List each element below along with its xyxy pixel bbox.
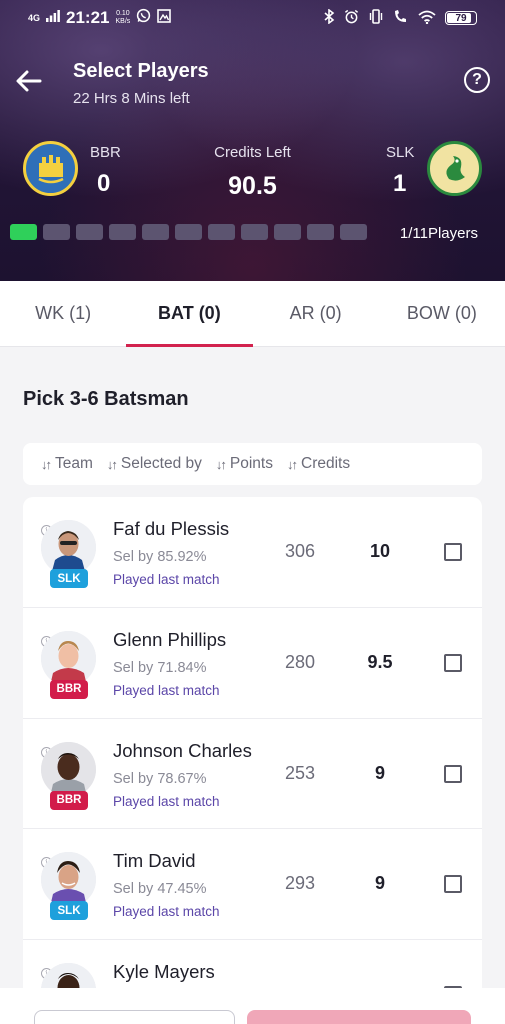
player-avatar [41,630,96,686]
progress-segment [208,224,235,240]
preview-button[interactable] [34,1010,235,1024]
player-avatar [41,852,96,908]
bottom-action-bar [0,988,505,1024]
team-count-right: 1 [393,170,407,197]
player-name: Faf du Plessis [113,518,230,539]
selected-by: Sel by 71.84% [113,659,207,676]
progress-segment [10,224,37,240]
player-points: 280 [284,651,316,672]
team-badge: SLK [50,569,88,588]
gallery-icon [157,8,172,28]
network-speed: 0.10 KB/s [115,10,131,25]
tab-ar[interactable]: AR (0) [253,281,379,346]
selected-by: Sel by 47.45% [113,881,207,898]
player-points: 306 [284,541,316,561]
player-row[interactable]: i SLK Tim David Sel by 47.45% Played las… [23,829,482,941]
progress-segment [109,224,136,240]
progress-segment [175,224,202,240]
progress-segment [142,224,169,240]
team-badge: SLK [50,901,88,921]
wifi-icon [418,10,436,27]
sort-selected-by[interactable]: ↓↑ Selected by [107,455,202,473]
player-name: Kyle Mayers [113,961,215,983]
role-tabs: WK (1) BAT (0) AR (0) BOW (0) [0,281,505,347]
sort-bar: ↓↑ Team ↓↑ Selected by ↓↑ Points ↓↑ Credits [23,443,482,485]
played-status: Played last match [113,793,220,809]
player-list: i SLK Faf du Plessis Sel by 85.92% Playe… [23,497,482,1024]
sort-arrows-icon: ↓↑ [41,456,52,472]
select-checkbox[interactable] [444,875,462,894]
player-row[interactable]: i BBR Glenn Phillips Sel by 71.84% Playe… [23,608,482,719]
select-checkbox[interactable] [444,764,462,783]
progress-segment [76,224,103,240]
alarm-icon [344,9,359,27]
team-code-right: SLK [386,144,415,161]
team-badge: BBR [50,790,88,810]
tab-bow[interactable]: BOW (0) [379,281,505,346]
player-row[interactable]: i BBR Johnson Charles Sel by 78.67% Play… [23,719,482,830]
help-icon[interactable]: ? [464,67,490,93]
progress-segment [307,224,334,240]
page-title: Select Players [73,60,209,82]
sort-arrows-icon: ↓↑ [215,456,227,472]
clock: 21:21 [66,8,110,27]
progress-segment [43,224,70,240]
back-arrow-icon[interactable] [14,66,44,96]
sort-credits[interactable]: ↓↑ Credits [287,455,350,473]
played-status: Played last match [113,572,220,587]
sort-arrows-icon: ↓↑ [106,456,118,472]
select-checkbox[interactable] [444,543,462,561]
player-row[interactable]: i SLK Faf du Plessis Sel by 85.92% Playe… [23,497,482,608]
tab-bat[interactable]: BAT (0) [126,281,253,347]
signal-icon [46,9,60,27]
selected-by: Sel by 78.67% [113,770,207,787]
network-indicator: 4G [28,13,41,23]
next-button[interactable] [247,1010,471,1024]
status-bar: 4G 21:21 0.10 KB/s 79 [28,6,477,30]
progress-segment [274,224,301,240]
bluetooth-icon [324,8,335,27]
players-progress-bar [10,224,367,240]
progress-segment [241,224,268,240]
player-avatar [41,520,96,575]
sort-team[interactable]: ↓↑ Team [41,455,93,473]
wifi-calling-icon [393,9,409,27]
team-logo-slk [427,141,482,196]
team-badge: BBR [50,679,88,699]
sort-arrows-icon: ↓↑ [287,456,298,472]
player-points: 253 [284,762,316,783]
player-credits: 9.5 [367,651,393,672]
player-name: Tim David [113,850,196,872]
time-left: 22 Hrs 8 Mins left [73,90,190,107]
player-points: 293 [284,873,316,894]
players-count: 1/11Players [399,225,478,242]
sort-points[interactable]: ↓↑ Points [216,455,273,473]
select-checkbox[interactable] [444,653,462,672]
section-title: Pick 3-6 Batsman [23,388,189,410]
player-credits: 9 [374,762,385,783]
player-credits: 9 [374,873,385,894]
played-status: Played last match [113,682,220,698]
player-name: Johnson Charles [113,739,252,761]
player-name: Glenn Phillips [113,628,227,650]
progress-segment [340,224,367,240]
match-header: 4G 21:21 0.10 KB/s 79 Select Players 22 … [0,0,505,281]
player-credits: 10 [369,541,391,561]
battery-icon: 79 [445,11,477,25]
vibrate-icon [368,9,384,27]
selected-by: Sel by 85.92% [113,549,207,565]
whatsapp-icon [136,8,151,28]
player-avatar [41,741,96,797]
played-status: Played last match [113,904,220,920]
tab-wk[interactable]: WK (1) [0,281,126,346]
